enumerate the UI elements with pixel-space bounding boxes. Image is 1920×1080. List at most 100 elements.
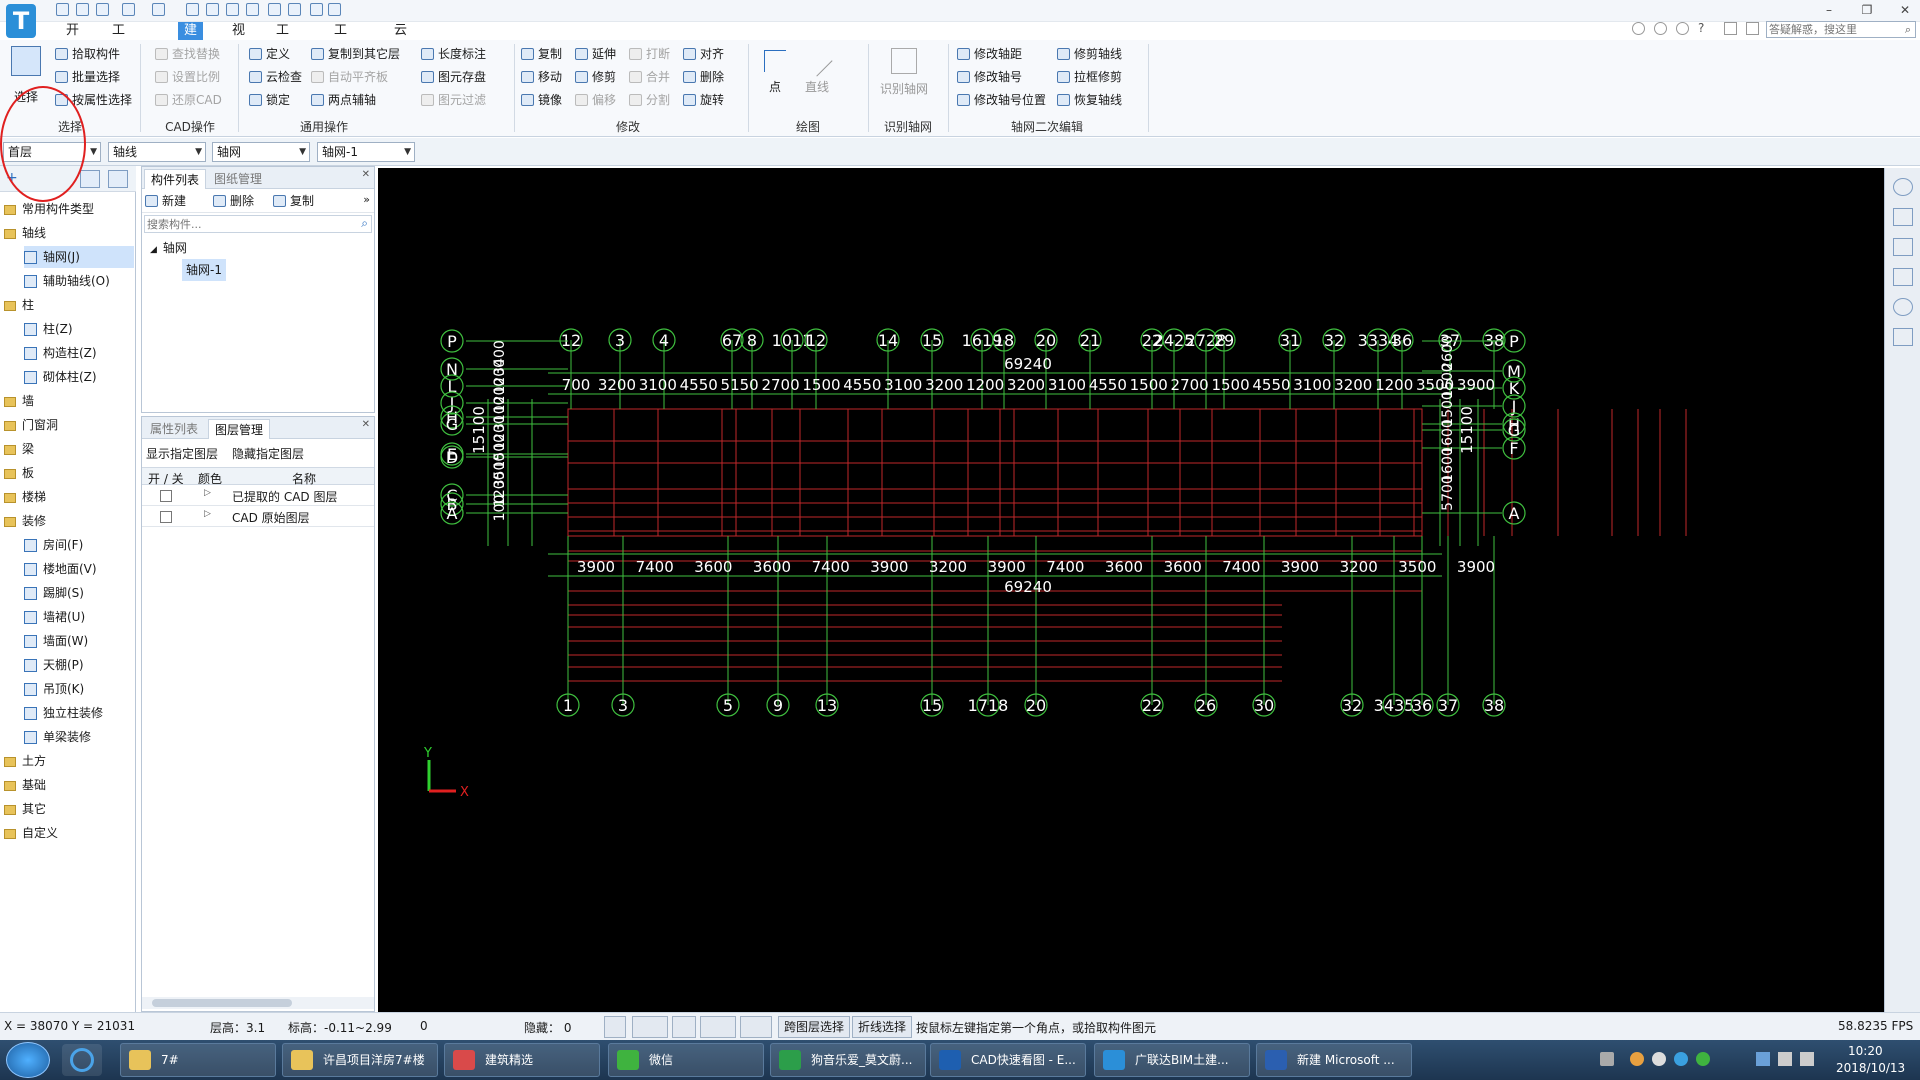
menu-3[interactable]: 视图 <box>226 22 251 56</box>
menu-5[interactable]: 工程量 <box>328 22 353 74</box>
app-logo-icon[interactable]: T <box>6 4 36 38</box>
nav-item-1[interactable]: 轴线 <box>4 222 46 244</box>
save-icon[interactable] <box>56 3 69 16</box>
bottom-axis-bubble[interactable]: 9 <box>766 693 790 717</box>
ribbon-general3-button-0[interactable]: 长度标注 <box>420 44 486 64</box>
tree-root-axis-grid[interactable]: ◢ 轴网 <box>150 237 187 259</box>
top-axis-bubble[interactable]: 20 <box>1034 328 1058 352</box>
ribbon-modify4-button-2[interactable]: 旋转 <box>682 90 724 110</box>
nav-item-9[interactable]: 门窗洞 <box>4 414 58 436</box>
window-icon[interactable] <box>1746 22 1759 35</box>
copy-button[interactable]: 复制 <box>272 191 314 211</box>
top-axis-bubble[interactable]: 29 <box>1212 328 1236 352</box>
ribbon-modify3-button-2[interactable]: 分割 <box>628 90 670 110</box>
hide-layers-link[interactable]: 隐藏指定图层 <box>232 445 304 462</box>
check-icon[interactable] <box>226 3 239 16</box>
right-axis-bubble[interactable]: K <box>1502 376 1526 400</box>
angle-icon[interactable] <box>700 1016 736 1038</box>
top-axis-bubble[interactable]: 31 <box>1278 328 1302 352</box>
nav-item-25[interactable]: 其它 <box>4 798 46 820</box>
nav-item-18[interactable]: 墙面(W) <box>24 630 88 652</box>
ribbon-axis2-button-1[interactable]: 拉框修剪 <box>1056 67 1122 87</box>
top-axis-bubble[interactable]: 14 <box>876 328 900 352</box>
scrollbar-thumb[interactable] <box>152 999 292 1007</box>
keyboard-icon[interactable] <box>1600 1052 1614 1066</box>
category-select[interactable]: 轴线 ▼ <box>108 142 206 162</box>
component-search-input[interactable] <box>147 216 347 232</box>
top-axis-bubble[interactable]: 12 <box>804 328 828 352</box>
nav-item-22[interactable]: 单梁装修 <box>24 726 91 748</box>
top-axis-bubble[interactable]: 3 <box>608 328 632 352</box>
nav-item-6[interactable]: 构造柱(Z) <box>24 342 97 364</box>
list-view-icon[interactable] <box>80 170 100 188</box>
menu-4[interactable]: 工具 <box>270 22 295 56</box>
nav-item-14[interactable]: 房间(F) <box>24 534 83 556</box>
zoom-icon[interactable] <box>1893 328 1913 346</box>
bottom-axis-bubble[interactable]: 36 <box>1410 693 1434 717</box>
nav-item-16[interactable]: 踢脚(S) <box>24 582 84 604</box>
close-icon[interactable]: ✕ <box>362 169 370 180</box>
delete-button[interactable]: 删除 <box>212 191 254 211</box>
new-icon[interactable] <box>76 3 89 16</box>
bottom-axis-bubble[interactable]: 20 <box>1024 693 1048 717</box>
menu-2[interactable]: 建模 <box>178 22 204 56</box>
layer-checkbox[interactable] <box>160 490 172 502</box>
nav-item-20[interactable]: 吊顶(K) <box>24 678 84 700</box>
undo-icon[interactable] <box>122 3 135 16</box>
ime-icon[interactable] <box>1756 1052 1770 1066</box>
ribbon-cad-button-1[interactable]: 设置比例 <box>154 67 220 87</box>
top-axis-bubble[interactable]: 18 <box>992 328 1016 352</box>
tab-drawing-manager[interactable]: 图纸管理 <box>208 169 268 189</box>
taskbar-item-2[interactable]: 建筑精选 <box>444 1043 600 1077</box>
minimize-button[interactable]: – <box>1818 2 1840 18</box>
bottom-axis-bubble[interactable]: 37 <box>1436 693 1460 717</box>
view-top-icon[interactable] <box>1893 268 1913 286</box>
taskbar-item-1[interactable]: 许昌项目洋房7#楼 <box>282 1043 438 1077</box>
show-layers-link[interactable]: 显示指定图层 <box>146 445 218 462</box>
ribbon-cad-button-0[interactable]: 查找替换 <box>154 44 220 64</box>
ribbon-general3-button-1[interactable]: 图元存盘 <box>420 67 486 87</box>
bottom-axis-bubble[interactable]: 5 <box>716 693 740 717</box>
ribbon-modify2-button-1[interactable]: 修剪 <box>574 67 616 87</box>
open-icon[interactable] <box>96 3 109 16</box>
bottom-axis-bubble[interactable]: 13 <box>815 693 839 717</box>
menu-1[interactable]: 工程设置 <box>106 22 131 92</box>
nav-item-11[interactable]: 板 <box>4 462 34 484</box>
menu-0[interactable]: 开始 <box>60 22 85 56</box>
polyline-select-button[interactable]: 折线选择 <box>852 1016 913 1038</box>
taskbar-item-3[interactable]: 微信 <box>608 1043 764 1077</box>
lock-icon[interactable] <box>328 3 341 16</box>
ribbon-group-label-6[interactable]: 轴网二次编辑 <box>948 118 1146 135</box>
tab-layer-manager[interactable]: 图层管理 <box>208 419 271 439</box>
left-axis-bubble[interactable]: A <box>440 501 464 525</box>
bottom-axis-bubble[interactable]: 1 <box>556 693 580 717</box>
nav-item-4[interactable]: 柱 <box>4 294 34 316</box>
top-axis-bubble[interactable]: 36 <box>1390 328 1414 352</box>
clock-date[interactable]: 2018/10/13 <box>1836 1061 1905 1075</box>
volume-icon[interactable] <box>1778 1052 1792 1066</box>
ribbon-modify4-button-1[interactable]: 删除 <box>682 67 724 87</box>
nav-item-13[interactable]: 装修 <box>4 510 46 532</box>
top-axis-bubble[interactable]: 21 <box>1078 328 1102 352</box>
nav-item-5[interactable]: 柱(Z) <box>24 318 73 340</box>
ribbon-modify4-button-0[interactable]: 对齐 <box>682 44 724 64</box>
taskbar-item-4[interactable]: 狗音乐爱_莫文蔚... <box>770 1043 926 1077</box>
ribbon-axis1-button-1[interactable]: 修改轴号 <box>956 67 1022 87</box>
view-2d-icon[interactable] <box>1893 208 1913 226</box>
grid-icon[interactable] <box>288 3 301 16</box>
qq-icon[interactable] <box>1652 1052 1666 1066</box>
search-box[interactable]: ⌕ <box>1766 21 1916 38</box>
account-icon[interactable] <box>1632 22 1645 35</box>
redo-icon[interactable] <box>152 3 165 16</box>
app-tray-icon[interactable] <box>1630 1052 1644 1066</box>
ribbon-general3-button-2[interactable]: 图元过滤 <box>420 90 486 110</box>
top-axis-bubble[interactable]: 12 <box>559 328 583 352</box>
ribbon-axis2-button-0[interactable]: 修剪轴线 <box>1056 44 1122 64</box>
restore-button[interactable]: ❐ <box>1856 2 1878 18</box>
expand-icon[interactable]: ▷ <box>204 488 211 498</box>
help-icon[interactable]: ? <box>1698 22 1711 35</box>
taskbar-item-5[interactable]: CAD快速看图 - E... <box>930 1043 1086 1077</box>
nav-item-24[interactable]: 基础 <box>4 774 46 796</box>
ribbon-select-button-0[interactable]: 拾取构件 <box>54 44 120 64</box>
ribbon-general1-button-1[interactable]: 云检查 <box>248 67 302 87</box>
